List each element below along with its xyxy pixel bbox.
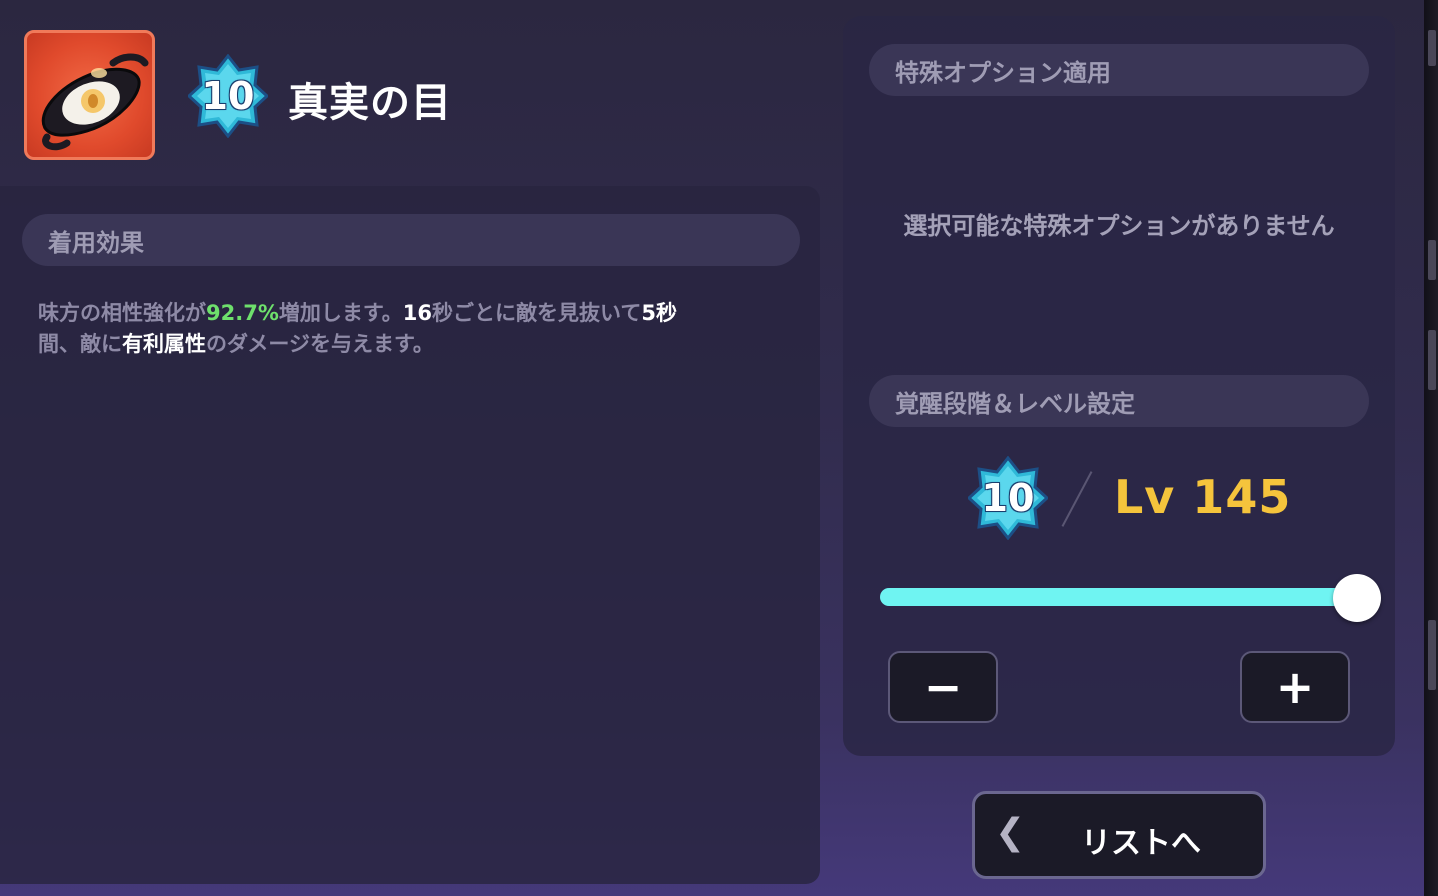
effect-value-attribute: 有利属性 [122,332,206,356]
effect-text-part: のダメージを与えます。 [206,332,434,356]
item-title: 真実の目 [288,80,452,126]
awaken-level-header-label: 覚醒段階＆レベル設定 [895,389,1135,418]
effect-text-part: 間、敵に [38,332,122,356]
effect-value-percent: 92.7% [206,301,279,325]
back-to-list-button[interactable]: ❮ リストへ [972,791,1266,879]
awaken-level-header: 覚醒段階＆レベル設定 [869,375,1369,427]
awaken-stage-number: 10 [981,476,1035,520]
chevron-left-icon: ❮ [995,812,1026,853]
increase-level-button[interactable]: + [1240,651,1350,723]
back-to-list-label: リストへ [1081,826,1201,861]
minus-icon: − [923,660,963,714]
level-slider-track[interactable] [880,588,1356,606]
equip-effect-header-label: 着用効果 [48,228,144,257]
effect-text-part: 増加します。 [278,301,403,325]
level-slider-fill [880,588,1356,606]
equip-effect-header: 着用効果 [22,214,800,266]
effect-text-part: 味方の相性強化が [38,301,206,325]
awaken-stage-badge: 10 [968,456,1048,540]
right-edge-bar [1424,0,1438,896]
level-slider-thumb[interactable] [1333,574,1381,622]
item-icon [24,30,155,160]
effect-text-part: 秒ごとに敵を見抜いて [432,301,642,325]
no-special-option-message: 選択可能な特殊オプションがありません [903,212,1335,240]
awakening-stage-number: 10 [201,74,255,118]
effect-value-duration: 5秒 [641,301,677,325]
decrease-level-button[interactable]: − [888,651,998,723]
level-value: Lv 145 [1114,470,1292,524]
eye-of-truth-icon [41,53,149,151]
plus-icon: + [1275,660,1315,714]
special-option-header: 特殊オプション適用 [869,44,1369,96]
effect-value-interval: 16 [402,301,432,325]
equip-effect-description: 味方の相性強化が92.7%増加します。16秒ごとに敵を見抜いて5秒間、敵に有利属… [38,298,778,360]
equip-effect-panel [0,186,820,884]
special-option-header-label: 特殊オプション適用 [895,58,1111,87]
awakening-stage-badge: 10 [188,54,268,138]
